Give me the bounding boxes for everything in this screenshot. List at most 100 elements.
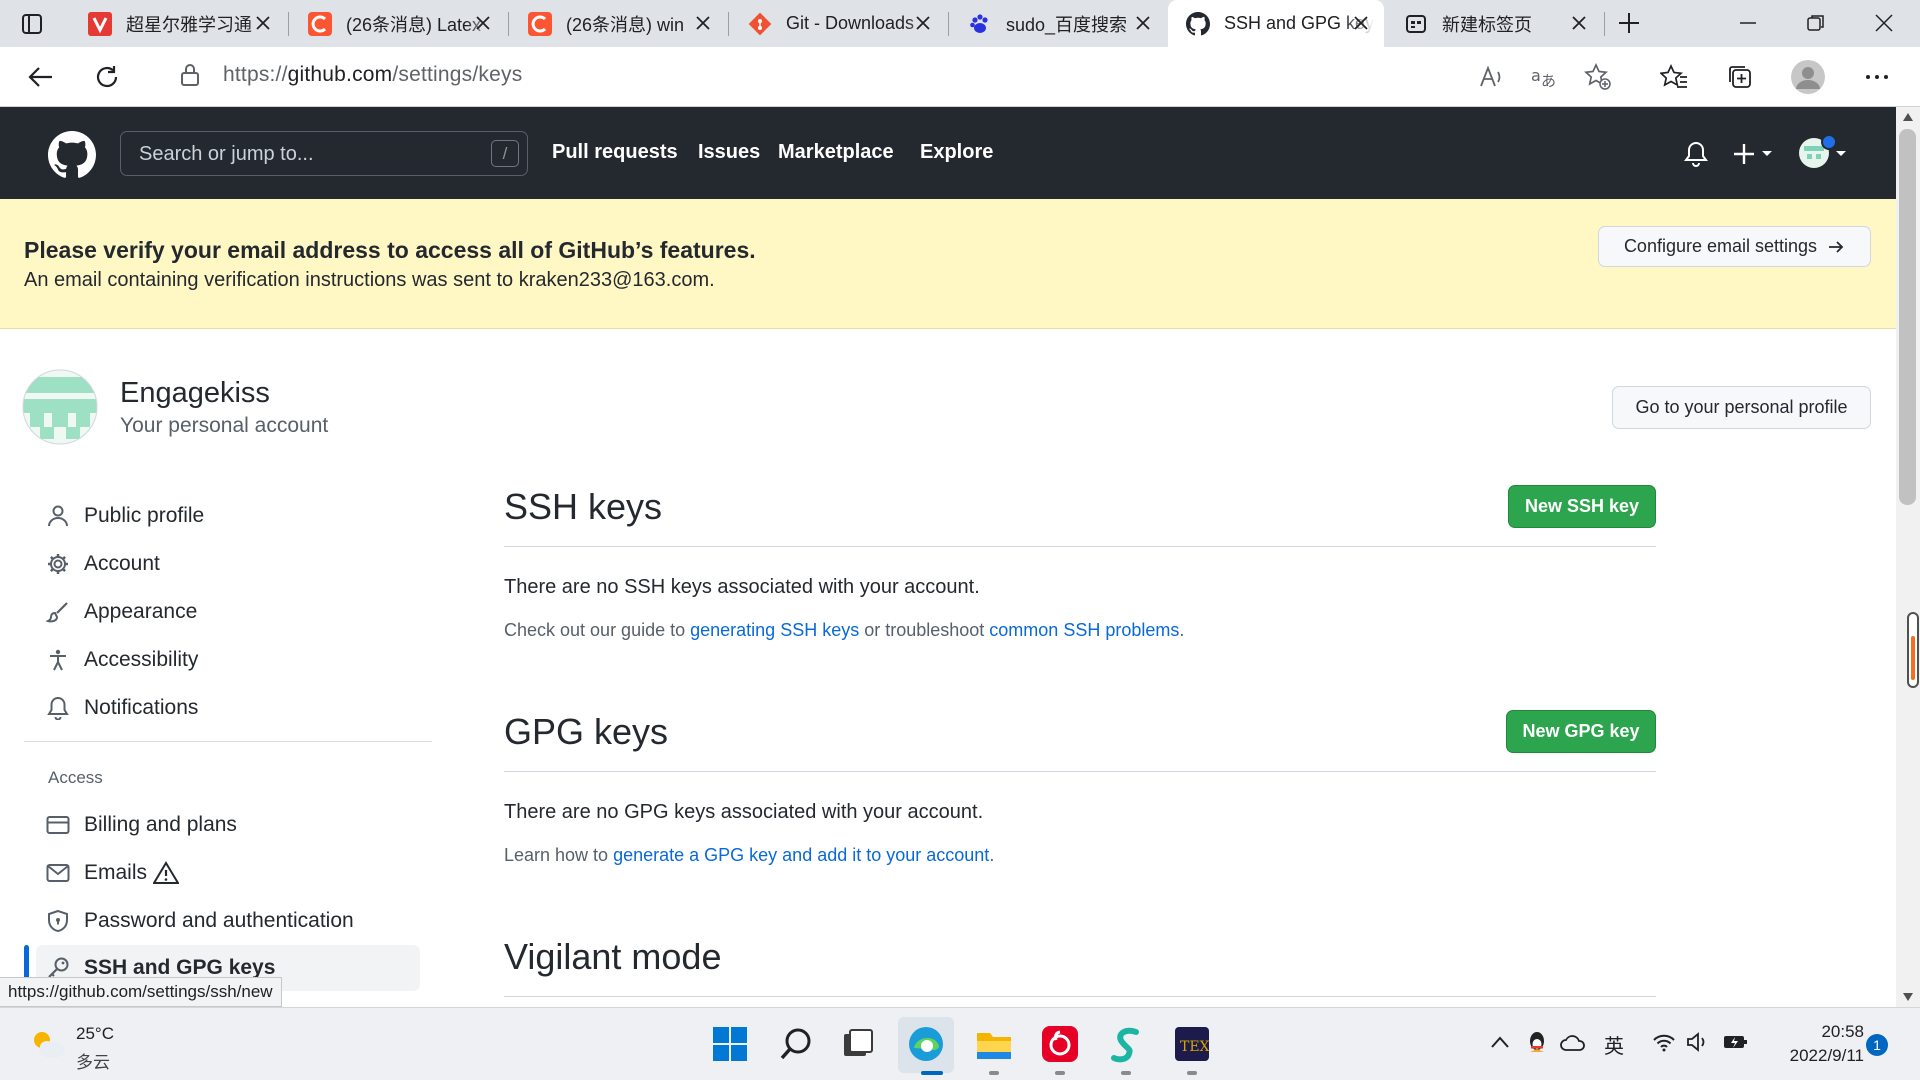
scroll-down-arrow-icon[interactable] xyxy=(1903,993,1913,1001)
read-aloud-icon[interactable] xyxy=(1478,64,1504,90)
browser-tab-csdn-latex[interactable]: (26条消息) Latex xyxy=(290,0,506,47)
sidebar-item-public-profile[interactable]: Public profile xyxy=(46,498,204,534)
clock-time[interactable]: 20:58 xyxy=(1768,1022,1864,1042)
restore-icon[interactable] xyxy=(1806,13,1826,33)
go-to-profile-label: Go to your personal profile xyxy=(1635,397,1848,417)
task-view-icon[interactable] xyxy=(838,1024,878,1064)
sidebar-item-notifications[interactable]: Notifications xyxy=(46,690,198,726)
close-icon[interactable] xyxy=(694,14,712,32)
banner-subtitle: An email containing verification instruc… xyxy=(24,269,715,291)
new-ssh-key-button[interactable]: New SSH key xyxy=(1508,485,1656,528)
close-icon[interactable] xyxy=(254,14,272,32)
favorites-icon[interactable] xyxy=(1660,63,1688,91)
page-scrollbar[interactable] xyxy=(1896,107,1920,1007)
sidebar-item-password-auth[interactable]: Password and authentication xyxy=(46,903,354,939)
nav-marketplace[interactable]: Marketplace xyxy=(778,141,894,164)
windows-start-icon[interactable] xyxy=(710,1024,750,1064)
weather-description[interactable]: 多云 xyxy=(76,1048,110,1073)
scroll-up-arrow-icon[interactable] xyxy=(1903,113,1913,121)
notification-count-badge[interactable]: 1 xyxy=(1866,1034,1888,1056)
accessibility-icon xyxy=(46,648,70,672)
input-method-indicator[interactable]: 英 xyxy=(1604,1030,1624,1059)
common-ssh-problems-link[interactable]: common SSH problems xyxy=(989,620,1179,640)
minimize-icon[interactable] xyxy=(1738,13,1758,33)
user-avatar-menu[interactable] xyxy=(1798,133,1848,173)
csdn-icon xyxy=(528,11,552,36)
edge-browser-icon[interactable] xyxy=(906,1024,946,1064)
generate-gpg-key-link[interactable]: generate a GPG key and add it to your ac… xyxy=(613,845,989,865)
side-panel-handle[interactable] xyxy=(1907,612,1919,688)
profile-avatar-icon[interactable] xyxy=(1790,59,1826,95)
add-favorite-icon[interactable] xyxy=(1584,63,1612,91)
sidebar-item-label: Appearance xyxy=(84,600,198,623)
nav-issues[interactable]: Issues xyxy=(698,141,760,164)
browser-tab-new-tab[interactable]: 新建标签页 xyxy=(1386,0,1602,47)
go-to-profile-button[interactable]: Go to your personal profile xyxy=(1612,386,1871,429)
lock-icon[interactable] xyxy=(179,63,201,87)
url-text: https://github.com/settings/keys xyxy=(223,63,522,87)
clock-date[interactable]: 2022/9/11 xyxy=(1768,1046,1864,1066)
close-icon[interactable] xyxy=(1352,14,1370,32)
volume-icon[interactable] xyxy=(1686,1032,1710,1052)
vigilant-mode-heading: Vigilant mode xyxy=(504,936,722,977)
tab-divider xyxy=(948,12,949,36)
browser-tab-csdn-win[interactable]: (26条消息) win xyxy=(510,0,726,47)
collections-icon[interactable] xyxy=(1726,63,1754,91)
search-icon[interactable] xyxy=(776,1024,816,1064)
search-input[interactable]: Search or jump to... / xyxy=(120,131,528,176)
account-avatar[interactable] xyxy=(22,369,98,445)
weather-partly-cloudy-icon[interactable] xyxy=(28,1026,68,1062)
git-icon xyxy=(748,12,772,36)
sidebar-item-label: Password and authentication xyxy=(84,909,354,932)
search-shortcut-key: / xyxy=(491,140,519,167)
banner-title: Please verify your email address to acce… xyxy=(24,237,756,263)
tab-divider xyxy=(1604,12,1605,36)
sidebar-item-accessibility[interactable]: Accessibility xyxy=(46,642,198,678)
netease-music-icon[interactable] xyxy=(1040,1024,1080,1064)
tex-editor-icon[interactable]: TEX xyxy=(1172,1024,1212,1064)
wifi-icon[interactable] xyxy=(1652,1032,1676,1052)
weather-temperature[interactable]: 25°C xyxy=(76,1024,114,1044)
more-options-icon[interactable] xyxy=(1864,66,1890,88)
mail-icon xyxy=(46,861,70,885)
sidebar-item-emails[interactable]: Emails xyxy=(46,855,180,891)
bell-icon[interactable] xyxy=(1684,141,1708,167)
paintbrush-icon xyxy=(46,600,70,624)
gpg-section-divider xyxy=(504,771,1656,772)
chevron-up-icon[interactable] xyxy=(1490,1034,1510,1050)
nav-explore[interactable]: Explore xyxy=(920,141,993,164)
scrollbar-thumb[interactable] xyxy=(1899,129,1916,505)
onedrive-cloud-icon[interactable] xyxy=(1560,1032,1586,1052)
github-logo-icon[interactable] xyxy=(48,131,96,179)
nav-pull-requests[interactable]: Pull requests xyxy=(552,141,678,164)
browser-tab-chaoxing[interactable]: 超星尔雅学习通 xyxy=(70,0,286,47)
s-app-icon[interactable] xyxy=(1106,1024,1146,1064)
close-icon[interactable] xyxy=(914,14,932,32)
translate-icon[interactable]: aあ xyxy=(1530,64,1558,90)
close-icon[interactable] xyxy=(1134,14,1152,32)
sidebar-item-label: Accessibility xyxy=(84,648,199,671)
back-arrow-icon[interactable] xyxy=(28,64,54,90)
file-explorer-icon[interactable] xyxy=(974,1024,1014,1064)
new-gpg-key-button[interactable]: New GPG key xyxy=(1506,710,1656,753)
refresh-icon[interactable] xyxy=(94,64,120,90)
generating-ssh-keys-link[interactable]: generating SSH keys xyxy=(690,620,859,640)
sidebar-item-appearance[interactable]: Appearance xyxy=(46,594,197,630)
running-app-indicator xyxy=(1121,1071,1131,1075)
address-bar[interactable]: https://github.com/settings/keys xyxy=(150,53,1495,95)
browser-tab-ssh-gpg-keys[interactable]: SSH and GPG keys xyxy=(1168,0,1384,47)
battery-charging-icon[interactable] xyxy=(1722,1032,1750,1052)
sidebar-item-account[interactable]: Account xyxy=(46,546,160,582)
close-icon[interactable] xyxy=(1570,14,1588,32)
sidebar-item-billing[interactable]: Billing and plans xyxy=(46,807,237,843)
browser-tab-baidu[interactable]: sudo_百度搜索 xyxy=(950,0,1166,47)
close-window-icon[interactable] xyxy=(1874,13,1894,33)
close-icon[interactable] xyxy=(474,14,492,32)
browser-tab-git-downloads[interactable]: Git - Downloads xyxy=(730,0,946,47)
qq-penguin-icon[interactable] xyxy=(1526,1030,1548,1056)
tab-actions-icon[interactable] xyxy=(20,12,44,36)
gpg-note-text: . xyxy=(989,845,995,865)
new-tab-plus-icon[interactable] xyxy=(1617,11,1641,35)
configure-email-settings-button[interactable]: Configure email settings xyxy=(1598,226,1871,267)
create-new-plus-icon[interactable] xyxy=(1732,141,1776,167)
